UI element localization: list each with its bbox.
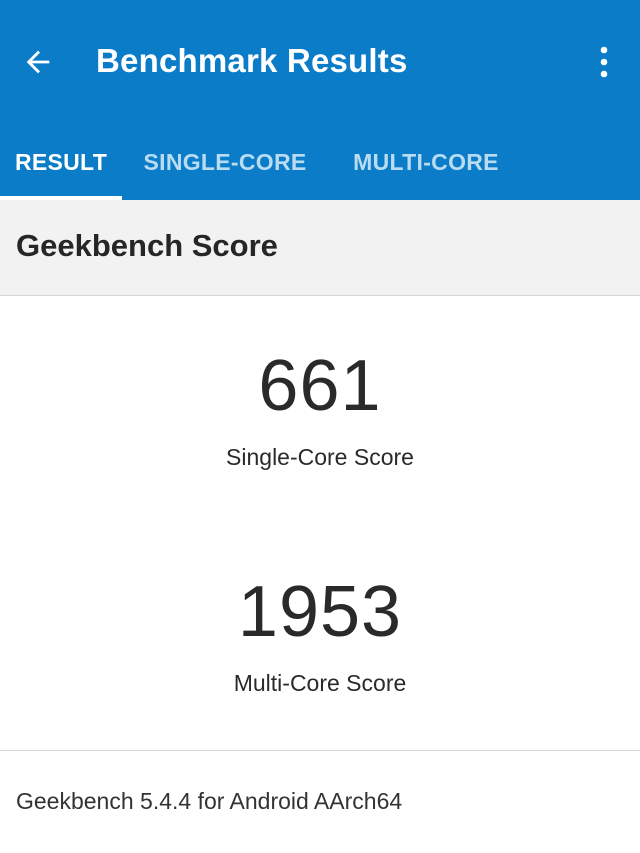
multi-core-score-value: 1953 (237, 572, 403, 652)
page-title: Benchmark Results (96, 42, 408, 79)
multi-core-score-block: 1953 Multi-Core Score (0, 576, 640, 698)
tab-single-core[interactable]: SINGLE-CORE (122, 124, 328, 200)
more-vert-icon (600, 46, 608, 78)
tab-multi-core[interactable]: MULTI-CORE (328, 124, 524, 200)
multi-core-score-label: Multi-Core Score (233, 670, 407, 696)
version-text: Geekbench 5.4.4 for Android AArch64 (16, 788, 403, 814)
tab-bar: RESULT SINGLE-CORE MULTI-CORE (0, 124, 640, 200)
tab-single-core-label: SINGLE-CORE (143, 148, 307, 175)
single-core-score-label: Single-Core Score (226, 444, 414, 470)
toolbar: Benchmark Results (0, 0, 640, 124)
back-button[interactable] (14, 40, 62, 84)
tab-multi-core-label: MULTI-CORE (353, 148, 499, 175)
tab-result-label: RESULT (14, 148, 108, 175)
arrow-left-icon (26, 50, 50, 74)
overflow-menu-button[interactable] (584, 40, 624, 84)
section-header: Geekbench Score (0, 200, 640, 296)
single-core-score-block: 661 Single-Core Score (0, 350, 640, 472)
app-bar: Benchmark Results RESULT SINGLE-CORE MUL… (0, 0, 640, 200)
section-title: Geekbench Score (16, 228, 278, 263)
footer-divider (0, 750, 640, 751)
tab-result[interactable]: RESULT (0, 124, 122, 200)
single-core-score-value: 661 (258, 346, 382, 426)
